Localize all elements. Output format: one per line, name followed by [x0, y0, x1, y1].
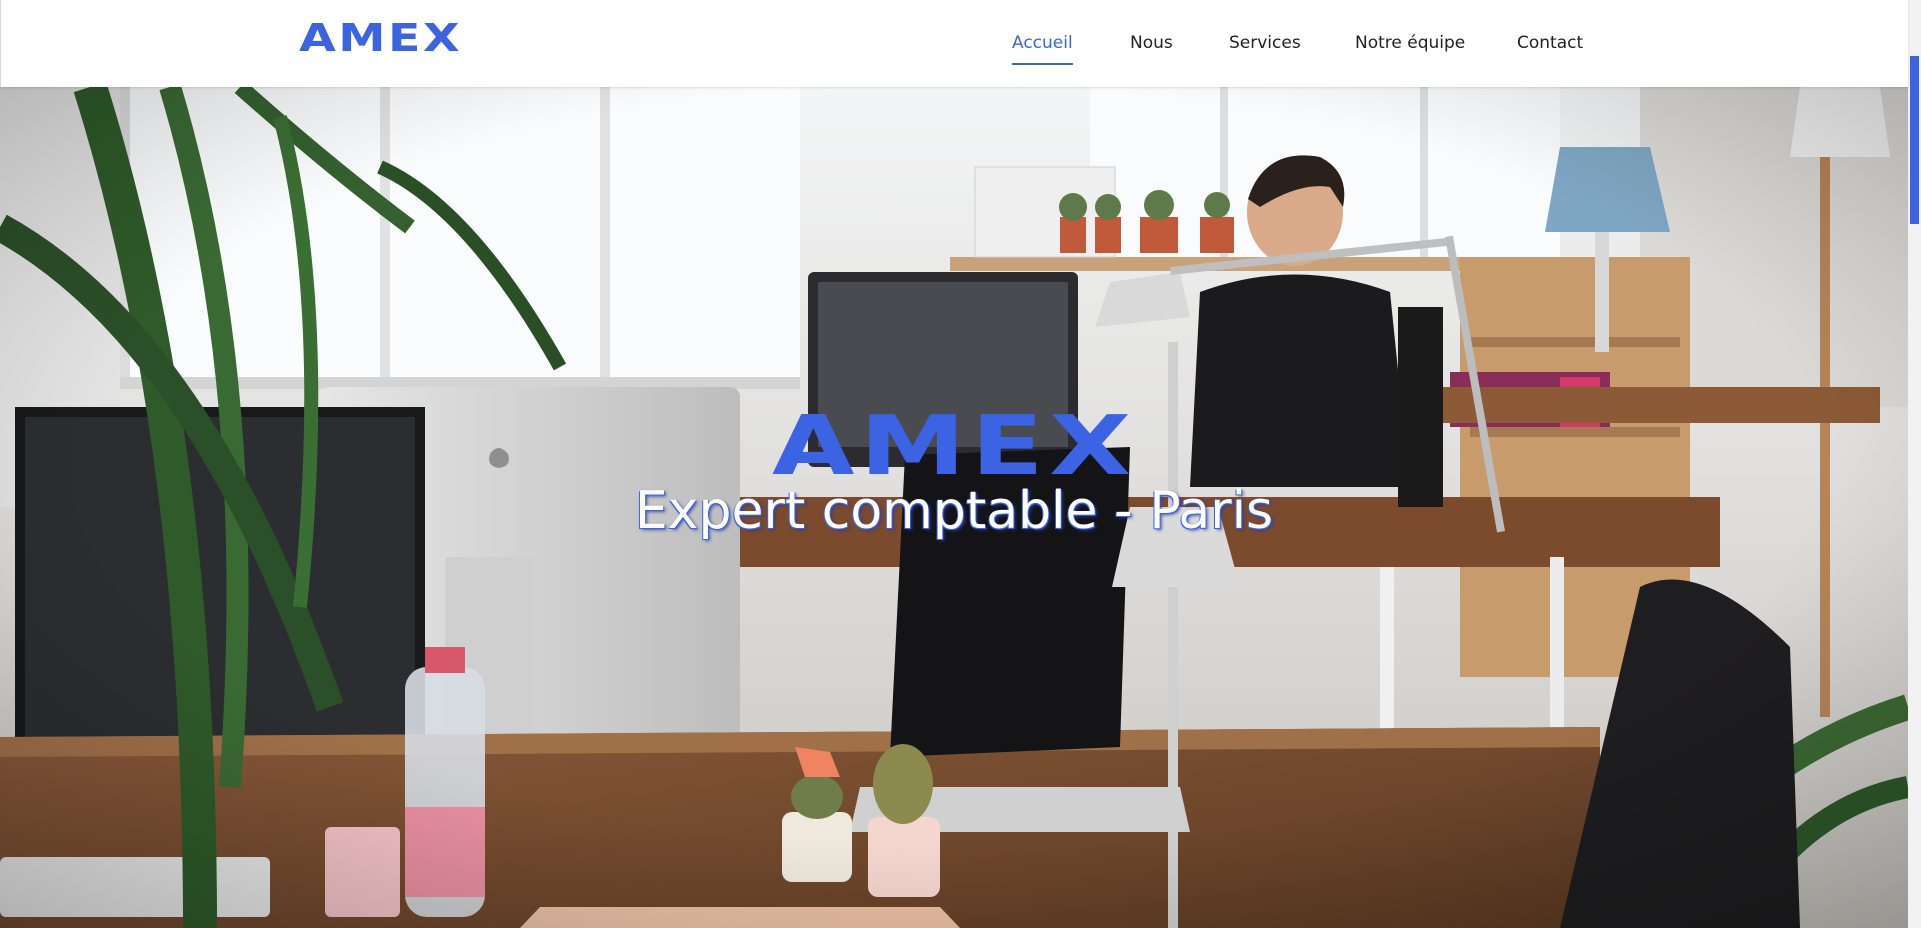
nav-item-notre-equipe[interactable]: Notre équipe: [1355, 32, 1465, 54]
main-nav: Accueil Nous Services Notre équipe Conta…: [1, 0, 1908, 87]
hero-title: AMEX: [0, 398, 1908, 494]
hero-title-text: AMEX: [771, 398, 1137, 494]
navbar: AMEX Accueil Nous Services Notre équipe …: [0, 0, 1908, 87]
hero-subtitle: Expert comptable - Paris: [634, 481, 1274, 541]
hero-section: AMEX Expert comptable - Paris: [0, 87, 1908, 928]
nav-item-nous[interactable]: Nous: [1130, 32, 1173, 54]
page-scrollbar[interactable]: [1908, 0, 1921, 928]
nav-item-accueil[interactable]: Accueil: [1012, 32, 1073, 65]
nav-item-contact[interactable]: Contact: [1517, 32, 1583, 54]
scrollbar-thumb[interactable]: [1910, 56, 1919, 224]
nav-item-services[interactable]: Services: [1229, 32, 1301, 54]
